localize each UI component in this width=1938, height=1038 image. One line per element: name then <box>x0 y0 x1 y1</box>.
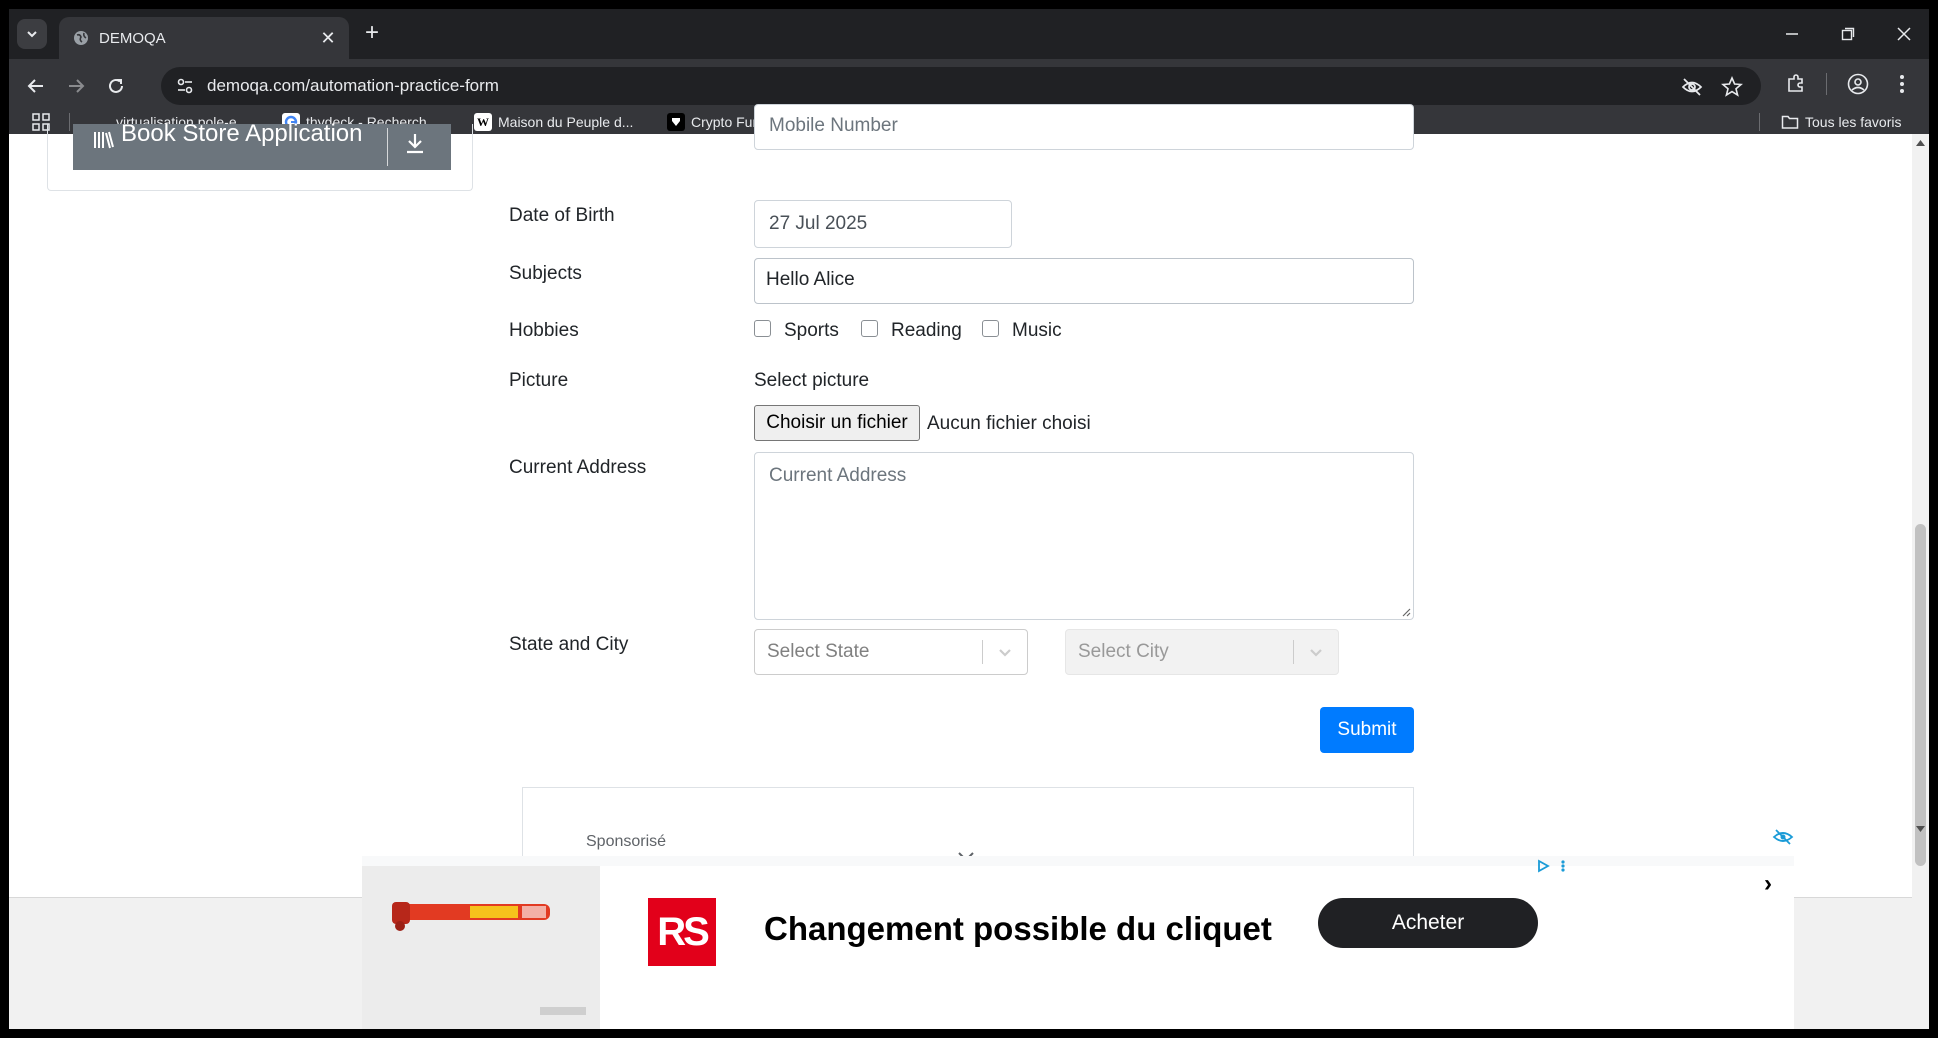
scrollbar-thumb[interactable] <box>1915 524 1926 866</box>
state-select[interactable]: Select State <box>754 629 1028 675</box>
toolbar-separator <box>1826 73 1827 95</box>
arrow-right-icon <box>69 79 85 93</box>
tab-search-button[interactable] <box>17 19 47 49</box>
ad-next-arrow[interactable]: › <box>1764 870 1772 898</box>
subjects-label: Subjects <box>509 263 582 284</box>
picture-label: Picture <box>509 370 569 391</box>
date-of-birth-input[interactable]: 27 Jul 2025 <box>754 200 1012 248</box>
hobby-music-checkbox[interactable] <box>982 320 999 337</box>
state-city-label: State and City <box>509 634 629 655</box>
bookmarks-separator <box>1759 113 1760 131</box>
subjects-value: Hello Alice <box>766 269 855 290</box>
chevron-down-icon[interactable] <box>995 642 1015 662</box>
url-text[interactable]: demoqa.com/automation-practice-form <box>207 76 499 96</box>
address-bar[interactable]: demoqa.com/automation-practice-form <box>161 67 1761 105</box>
hobby-reading-checkbox[interactable] <box>861 320 878 337</box>
scroll-up-arrow-icon[interactable] <box>1915 138 1926 148</box>
chevron-down-icon[interactable] <box>1306 642 1326 662</box>
current-address-textarea[interactable]: Current Address <box>754 452 1414 620</box>
arrow-left-icon <box>27 79 43 93</box>
star-icon[interactable] <box>1721 76 1743 98</box>
ad-strip <box>362 856 1794 866</box>
choose-file-button[interactable]: Choisir un fichier <box>754 405 920 441</box>
chevron-down-icon <box>27 31 37 38</box>
menu-icon[interactable] <box>1889 71 1915 97</box>
all-bookmarks-label: Tous les favoris <box>1805 114 1902 130</box>
current-address-label: Current Address <box>509 457 647 478</box>
select-separator <box>982 640 983 664</box>
reload-icon <box>109 78 123 93</box>
select-picture-label: Select picture <box>754 370 870 391</box>
subjects-input[interactable]: Hello Alice <box>754 258 1414 304</box>
mobile-placeholder: Mobile Number <box>769 115 898 136</box>
new-tab-icon[interactable]: + <box>365 21 379 45</box>
globe-icon <box>74 31 88 45</box>
eye-off-icon[interactable] <box>1772 828 1794 846</box>
folder-icon <box>1781 113 1799 131</box>
book-icon <box>94 131 114 149</box>
hobby-music-label[interactable]: Music <box>1012 320 1062 342</box>
city-select[interactable]: Select City <box>1065 629 1339 675</box>
site-info-icon[interactable] <box>175 76 195 96</box>
back-button[interactable] <box>21 71 51 101</box>
submit-button[interactable]: Submit <box>1320 707 1414 753</box>
download-icon[interactable] <box>405 132 425 154</box>
tab-strip: DEMOQA ✕ + <box>9 9 1929 59</box>
dob-value: 27 Jul 2025 <box>769 213 868 234</box>
profile-icon[interactable] <box>1845 71 1871 97</box>
ad-headline[interactable]: Changement possible du cliquet <box>764 910 1272 948</box>
torque-wrench-image <box>392 902 586 1015</box>
browser-window: DEMOQA ✕ + demoqa.com/automation-practic… <box>9 9 1929 1029</box>
close-tab-icon[interactable]: ✕ <box>317 27 339 49</box>
book-store-label: Book Store Application <box>121 120 363 147</box>
mobile-number-input[interactable]: Mobile Number <box>754 104 1414 150</box>
menu-divider <box>387 128 388 166</box>
hobby-sports-checkbox[interactable] <box>754 320 771 337</box>
active-tab[interactable]: DEMOQA ✕ <box>59 17 349 59</box>
forward-button[interactable] <box>61 71 91 101</box>
all-bookmarks-button[interactable]: Tous les favoris <box>1781 111 1901 133</box>
bookmark-label: Maison du Peuple d... <box>498 114 634 130</box>
state-placeholder: Select State <box>767 641 870 662</box>
close-window-icon[interactable] <box>1889 21 1919 47</box>
sponsored-label: Sponsorisé <box>586 833 667 850</box>
crypto-site-icon <box>667 113 685 131</box>
ad-buy-button[interactable]: Acheter <box>1318 898 1538 948</box>
eye-off-icon[interactable] <box>1681 76 1703 98</box>
ad-choices-icon[interactable] <box>1535 858 1571 874</box>
file-status-text: Aucun fichier choisi <box>927 413 1091 434</box>
scroll-down-arrow-icon[interactable] <box>1915 824 1926 834</box>
minimize-icon[interactable] <box>1777 21 1807 47</box>
tab-title: DEMOQA <box>99 30 166 47</box>
book-store-application-menu[interactable]: Book Store Application <box>73 120 451 170</box>
hobbies-label: Hobbies <box>509 320 579 341</box>
hobby-sports-label[interactable]: Sports <box>784 320 839 342</box>
ad-product-image[interactable] <box>362 866 600 1029</box>
wikipedia-icon: W <box>474 113 492 131</box>
rs-logo[interactable]: RS <box>648 898 716 966</box>
extensions-icon[interactable] <box>1783 71 1809 97</box>
hobby-reading-label[interactable]: Reading <box>891 320 962 342</box>
dob-label: Date of Birth <box>509 205 615 226</box>
page-scrollbar[interactable] <box>1912 134 1929 1029</box>
page-content: Book Store Application Mobile Number Dat… <box>9 104 1929 1029</box>
ad-banner[interactable]: RS Changement possible du cliquet Achete… <box>362 856 1794 1029</box>
address-placeholder: Current Address <box>769 465 907 486</box>
resize-handle-icon[interactable] <box>1401 607 1411 617</box>
bookmark-item[interactable]: W Maison du Peuple d... <box>474 111 633 133</box>
city-placeholder: Select City <box>1078 641 1169 662</box>
reload-button[interactable] <box>101 71 131 101</box>
restore-icon[interactable] <box>1833 21 1863 47</box>
select-separator <box>1293 640 1294 664</box>
